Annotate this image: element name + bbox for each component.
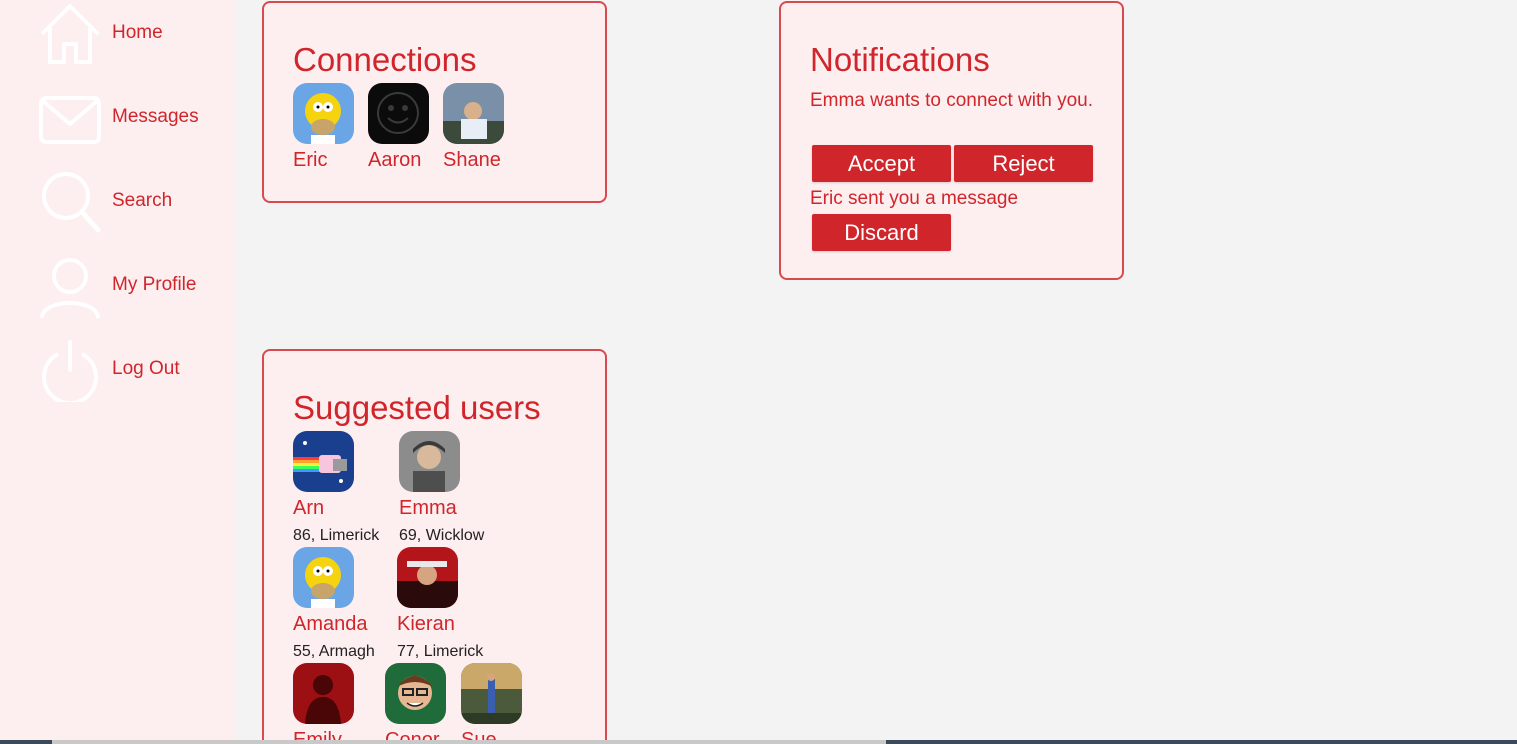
sidebar-item-label: Log Out (112, 358, 180, 379)
sidebar-item-my-profile[interactable]: My Profile (38, 252, 228, 318)
photo-avatar (461, 663, 522, 724)
suggested-user-name[interactable]: Amanda (293, 613, 368, 636)
cartoon-avatar (385, 663, 446, 724)
connection-name[interactable]: Eric (293, 149, 327, 172)
avatar-conor[interactable] (385, 663, 446, 724)
suggested-users-title: Suggested users (293, 389, 541, 426)
suggested-user-meta: 77, Limerick (397, 643, 484, 660)
sidebar-item-label: My Profile (112, 274, 197, 295)
avatar-kieran[interactable] (397, 547, 458, 608)
search-icon (38, 168, 102, 234)
window-bottom-border (0, 740, 1517, 744)
notifications-title: Notifications (810, 41, 990, 78)
sidebar-item-label: Messages (112, 106, 199, 127)
suggested-user-meta: 86, Limerick (293, 527, 380, 544)
avatar-aaron[interactable] (368, 83, 429, 144)
avatar-arn[interactable] (293, 431, 354, 492)
suggested-user-name[interactable]: Arn (293, 497, 324, 520)
home-icon (38, 0, 102, 66)
suggested-user-meta: 69, Wicklow (399, 527, 485, 544)
silhouette-avatar (293, 663, 354, 724)
suggested-user-meta: 55, Armagh (293, 643, 375, 660)
connection-name[interactable]: Aaron (368, 149, 421, 172)
accept-button[interactable]: Accept (812, 145, 951, 182)
sidebar-item-label: Home (112, 22, 163, 43)
sidebar-item-log-out[interactable]: Log Out (38, 336, 228, 402)
photo-avatar (397, 547, 458, 608)
nyan-cat-avatar (293, 431, 354, 492)
avatar-sue[interactable] (461, 663, 522, 724)
notification-text: Eric sent you a message (810, 188, 1019, 209)
notifications-card: Notifications Emma wants to connect with… (779, 1, 1124, 280)
discard-button[interactable]: Discard (812, 214, 951, 251)
photo-avatar (443, 83, 504, 144)
power-icon (38, 336, 102, 402)
connection-name[interactable]: Shane (443, 149, 501, 172)
avatar-emily[interactable] (293, 663, 354, 724)
avatar-eric[interactable] (293, 83, 354, 144)
user-icon (38, 252, 102, 318)
sidebar-item-messages[interactable]: Messages (38, 84, 228, 150)
sidebar: Home Messages Search My Profile Log Out (0, 0, 236, 744)
avatar-emma[interactable] (399, 431, 460, 492)
notification-text: Emma wants to connect with you. (810, 90, 1094, 111)
suggested-user-name[interactable]: Kieran (397, 613, 455, 636)
sidebar-item-search[interactable]: Search (38, 168, 228, 234)
homer-avatar (293, 547, 354, 608)
envelope-icon (38, 84, 102, 150)
avatar-shane[interactable] (443, 83, 504, 144)
avatar-amanda[interactable] (293, 547, 354, 608)
reject-button[interactable]: Reject (954, 145, 1093, 182)
photo-avatar (399, 431, 460, 492)
homer-avatar (293, 83, 354, 144)
connections-card: Connections Eric Aaron Shane (262, 1, 607, 203)
border-segment (0, 740, 52, 744)
sidebar-item-label: Search (112, 190, 173, 211)
dark-smiley-avatar (368, 83, 429, 144)
connections-title: Connections (293, 41, 477, 78)
suggested-user-name[interactable]: Emma (399, 497, 457, 520)
border-segment (886, 740, 1517, 744)
sidebar-item-home[interactable]: Home (38, 0, 228, 66)
suggested-users-card: Suggested users Arn Emma 86, Limerick 69… (262, 349, 607, 744)
